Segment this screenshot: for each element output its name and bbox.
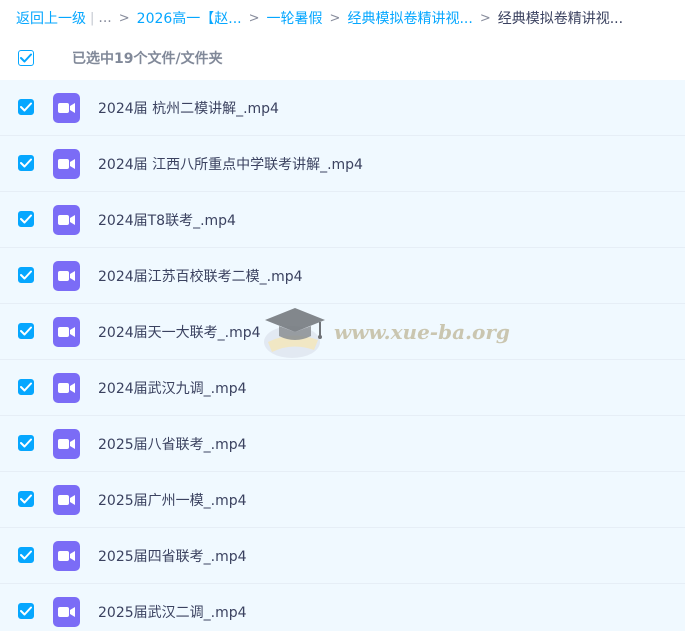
row-checkbox[interactable] bbox=[18, 211, 34, 227]
file-row[interactable]: 2024届武汉九调_.mp4 bbox=[0, 360, 685, 416]
row-checkbox[interactable] bbox=[18, 603, 34, 619]
row-checkbox[interactable] bbox=[18, 547, 34, 563]
file-name[interactable]: 2025届四省联考_.mp4 bbox=[98, 546, 247, 566]
breadcrumb-item-mock-exams[interactable]: 经典模拟卷精讲视... bbox=[347, 8, 472, 28]
chevron-right-icon: > bbox=[479, 10, 491, 26]
checkmark-icon bbox=[20, 606, 32, 616]
checkmark-icon bbox=[20, 270, 32, 280]
video-file-icon bbox=[53, 373, 80, 403]
file-list: 2024届 杭州二模讲解_.mp4 2024届 江西八所重点中学联考讲解_.mp… bbox=[0, 80, 685, 631]
breadcrumb-divider: | bbox=[90, 10, 95, 26]
breadcrumb-ellipsis[interactable]: ... bbox=[98, 10, 111, 26]
file-row[interactable]: 2025届四省联考_.mp4 bbox=[0, 528, 685, 584]
file-row[interactable]: 2024届天一大联考_.mp4 bbox=[0, 304, 685, 360]
file-row[interactable]: 2024届 江西八所重点中学联考讲解_.mp4 bbox=[0, 136, 685, 192]
selection-count-label: 已选中19个文件/文件夹 bbox=[72, 51, 223, 67]
file-browser: 返回上一级 | ... > 2026高一【赵... > 一轮暑假 > 经典模拟卷… bbox=[0, 0, 685, 631]
file-name[interactable]: 2024届 杭州二模讲解_.mp4 bbox=[98, 98, 279, 118]
checkmark-icon bbox=[20, 102, 32, 112]
select-all-checkbox[interactable] bbox=[18, 50, 34, 66]
back-link[interactable]: 返回上一级 bbox=[16, 8, 86, 28]
file-row[interactable]: 2025届武汉二调_.mp4 bbox=[0, 584, 685, 631]
file-row[interactable]: 2024届江苏百校联考二模_.mp4 bbox=[0, 248, 685, 304]
video-file-icon bbox=[53, 149, 80, 179]
checkmark-icon bbox=[20, 550, 32, 560]
chevron-right-icon: > bbox=[248, 10, 260, 26]
checkmark-icon bbox=[20, 214, 32, 224]
video-file-icon bbox=[53, 429, 80, 459]
file-row[interactable]: 2025届八省联考_.mp4 bbox=[0, 416, 685, 472]
file-name[interactable]: 2025届八省联考_.mp4 bbox=[98, 434, 247, 454]
file-name[interactable]: 2024届天一大联考_.mp4 bbox=[98, 322, 261, 342]
row-checkbox[interactable] bbox=[18, 99, 34, 115]
breadcrumb-current: 经典模拟卷精讲视... bbox=[497, 11, 624, 27]
file-name[interactable]: 2024届 江西八所重点中学联考讲解_.mp4 bbox=[98, 154, 363, 174]
breadcrumb-item-summer[interactable]: 一轮暑假 bbox=[267, 8, 323, 28]
video-file-icon bbox=[53, 317, 80, 347]
file-row[interactable]: 2024届 杭州二模讲解_.mp4 bbox=[0, 80, 685, 136]
breadcrumb: 返回上一级 | ... > 2026高一【赵... > 一轮暑假 > 经典模拟卷… bbox=[0, 0, 685, 36]
chevron-right-icon: > bbox=[118, 10, 130, 26]
video-file-icon bbox=[53, 261, 80, 291]
file-name[interactable]: 2025届武汉二调_.mp4 bbox=[98, 602, 247, 622]
checkmark-icon bbox=[20, 53, 32, 63]
video-file-icon bbox=[53, 93, 80, 123]
video-file-icon bbox=[53, 541, 80, 571]
file-name[interactable]: 2024届江苏百校联考二模_.mp4 bbox=[98, 266, 303, 286]
file-row[interactable]: 2025届广州一模_.mp4 bbox=[0, 472, 685, 528]
video-file-icon bbox=[53, 485, 80, 515]
checkmark-icon bbox=[20, 382, 32, 392]
breadcrumb-item-course[interactable]: 2026高一【赵... bbox=[137, 8, 242, 28]
video-file-icon bbox=[53, 597, 80, 627]
row-checkbox[interactable] bbox=[18, 155, 34, 171]
checkmark-icon bbox=[20, 158, 32, 168]
file-name[interactable]: 2024届武汉九调_.mp4 bbox=[98, 378, 247, 398]
row-checkbox[interactable] bbox=[18, 435, 34, 451]
file-name[interactable]: 2025届广州一模_.mp4 bbox=[98, 490, 247, 510]
row-checkbox[interactable] bbox=[18, 491, 34, 507]
chevron-right-icon: > bbox=[329, 10, 341, 26]
row-checkbox[interactable] bbox=[18, 379, 34, 395]
file-name[interactable]: 2024届T8联考_.mp4 bbox=[98, 210, 236, 230]
video-file-icon bbox=[53, 205, 80, 235]
checkmark-icon bbox=[20, 326, 32, 336]
row-checkbox[interactable] bbox=[18, 267, 34, 283]
checkmark-icon bbox=[20, 438, 32, 448]
checkmark-icon bbox=[20, 494, 32, 504]
file-row[interactable]: 2024届T8联考_.mp4 bbox=[0, 192, 685, 248]
row-checkbox[interactable] bbox=[18, 323, 34, 339]
list-header: 已选中19个文件/文件夹 bbox=[0, 36, 685, 80]
